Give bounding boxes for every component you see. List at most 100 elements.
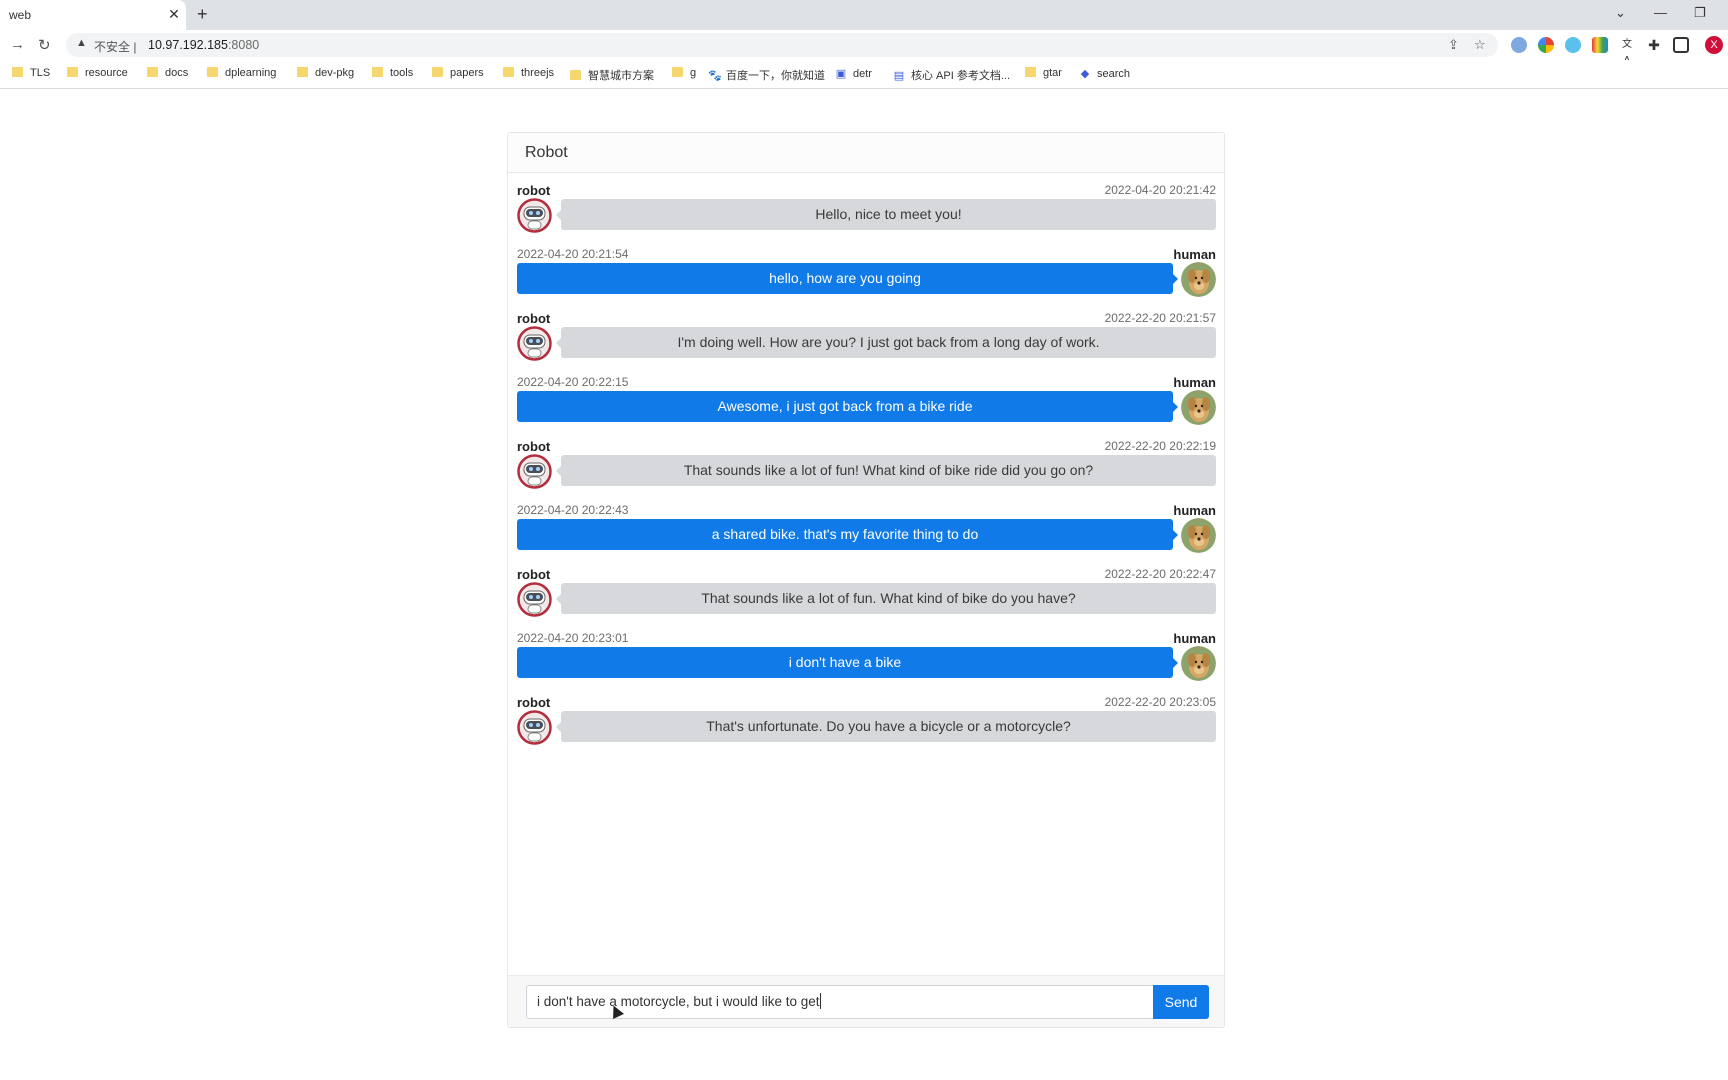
message-timestamp: 2022-04-20 20:21:54: [517, 247, 629, 261]
browser-toolbar: → ↻ ▲ 不安全 | 10.97.192.185:8080 ⇪ ☆ 文A ✚ …: [0, 30, 1728, 66]
dog-avatar-icon: [1181, 518, 1216, 553]
folder-icon: [372, 67, 383, 77]
bookmark-item[interactable]: docs: [147, 67, 188, 79]
chat-title: Robot: [525, 144, 568, 161]
bookmark-item[interactable]: gtar: [1025, 67, 1062, 79]
bookmark-label: TLS: [30, 67, 51, 79]
translate-icon[interactable]: 文A: [1619, 37, 1635, 66]
search-site-icon: ◆: [1080, 68, 1090, 80]
new-tab-icon[interactable]: +: [197, 4, 208, 25]
address-bar[interactable]: ▲ 不安全 | 10.97.192.185:8080 ⇪ ☆: [66, 33, 1498, 57]
warning-triangle-icon[interactable]: ▲: [76, 37, 87, 49]
insecure-label: 不安全 |: [94, 40, 137, 54]
profile-avatar[interactable]: X: [1705, 36, 1723, 54]
browser-tabstrip: web ✕ + ⌄ — ❐: [0, 0, 1728, 30]
message-bubble: i don't have a bike: [517, 647, 1178, 678]
bookmark-label: dev-pkg: [315, 67, 355, 79]
restore-icon[interactable]: ❐: [1694, 5, 1706, 21]
url-port: :8080: [227, 38, 260, 52]
message-bubble: Awesome, i just got back from a bike rid…: [517, 391, 1178, 422]
message-bubble: I'm doing well. How are you? I just got …: [556, 327, 1216, 358]
bookmark-star-icon[interactable]: ☆: [1474, 37, 1486, 53]
bookmark-label: 智慧城市方案: [588, 70, 654, 82]
sender-name: robot: [517, 183, 551, 198]
minimize-icon[interactable]: —: [1654, 5, 1667, 20]
bookmark-item[interactable]: dev-pkg: [297, 67, 354, 79]
baidu-icon: 🐾: [708, 70, 722, 82]
robot-message: robot 2022-22-20 20:22:19 That sounds like…: [517, 439, 1216, 501]
sender-name: robot: [517, 311, 551, 326]
bookmark-label: g: [690, 67, 697, 79]
bookmark-item[interactable]: 🐾 百度一下，你就知道: [708, 67, 825, 83]
bookmark-item[interactable]: ◆ search: [1079, 67, 1130, 80]
human-message: human 2022-04-20 20:21:54 hello, how are y…: [517, 247, 1216, 309]
bookmark-item[interactable]: tools: [372, 67, 413, 79]
message-timestamp: 2022-22-20 20:22:47: [1104, 567, 1216, 581]
robot-avatar-icon: [517, 198, 552, 233]
message-bubble: hello, how are you going: [517, 263, 1178, 294]
bookmark-label: search: [1097, 68, 1131, 80]
chat-input-bar: i don't have a motorcycle, but i would l…: [508, 975, 1224, 1027]
bookmark-item[interactable]: TLS: [12, 67, 50, 79]
close-icon[interactable]: ✕: [166, 6, 182, 22]
sender-name: human: [1173, 503, 1216, 518]
human-message: human 2022-04-20 20:22:15 Awesome, i just …: [517, 375, 1216, 437]
bookmark-item[interactable]: ▣ detr: [835, 67, 872, 80]
bookmark-item[interactable]: ▤ 核心 API 参考文档...: [893, 67, 1010, 83]
bookmark-label: threejs: [521, 67, 555, 79]
folder-icon: [147, 67, 158, 77]
bookmark-item[interactable]: papers: [432, 67, 484, 79]
dog-avatar-icon: [1181, 646, 1216, 681]
bookmark-label: resource: [85, 67, 128, 79]
chat-panel: Robot robot 2022-04-20 20:21:42 Hello, nic…: [507, 132, 1225, 1028]
human-message: human 2022-04-20 20:23:01 i don't have a b…: [517, 631, 1216, 693]
message-timestamp: 2022-04-20 20:23:01: [517, 631, 629, 645]
bookmarks-bar: TLS resource docs dplearning dev-pkg tools pap…: [0, 60, 1728, 89]
sender-name: human: [1173, 247, 1216, 262]
folder-icon: [672, 67, 683, 77]
bookmark-item[interactable]: resource: [67, 67, 128, 79]
bookmark-item[interactable]: threejs: [503, 67, 554, 79]
robot-site-icon: ▣: [835, 68, 847, 80]
dog-avatar-icon: [1181, 390, 1216, 425]
message-bubble: a shared bike. that's my favorite thing …: [517, 519, 1178, 550]
sender-name: robot: [517, 567, 551, 582]
sender-name: robot: [517, 439, 551, 454]
bookmark-item[interactable]: 智慧城市方案: [570, 67, 654, 83]
robot-avatar-icon: [517, 710, 552, 745]
doc-page-icon: ▤: [893, 70, 905, 82]
folder-icon: [1025, 67, 1036, 77]
bookmark-label: 百度一下，你就知道: [726, 70, 825, 82]
color-extension-icon[interactable]: [1592, 37, 1608, 53]
extension-icon[interactable]: [1511, 37, 1527, 53]
url-text: 10.97.192.185:8080: [148, 38, 259, 52]
folder-icon: [570, 70, 581, 80]
tab-search-chevron-icon[interactable]: ⌄: [1615, 5, 1626, 21]
chrome-extension-icon[interactable]: [1538, 37, 1554, 53]
folder-icon: [67, 67, 78, 77]
bookmark-label: detr: [853, 68, 872, 80]
send-button[interactable]: Send: [1153, 985, 1209, 1019]
bookmark-item[interactable]: g: [672, 67, 696, 79]
sender-name: robot: [517, 695, 551, 710]
message-timestamp: 2022-22-20 20:22:19: [1104, 439, 1216, 453]
message-bubble: That's unfortunate. Do you have a bicycl…: [556, 711, 1216, 742]
side-panel-icon[interactable]: [1673, 37, 1689, 53]
bookmark-label: 核心 API 参考文档...: [911, 70, 1011, 82]
extension-icon[interactable]: [1565, 37, 1581, 53]
message-input-value: i don't have a motorcycle, but i would l…: [537, 994, 820, 1009]
folder-icon: [12, 67, 23, 77]
share-icon[interactable]: ⇪: [1448, 37, 1459, 53]
forward-arrow-icon[interactable]: →: [10, 36, 25, 53]
sender-name: human: [1173, 631, 1216, 646]
bookmark-label: tools: [390, 67, 414, 79]
bookmark-label: docs: [165, 67, 189, 79]
dog-avatar-icon: [1181, 262, 1216, 297]
puzzle-icon[interactable]: ✚: [1646, 37, 1662, 53]
message-timestamp: 2022-22-20 20:21:57: [1104, 311, 1216, 325]
bookmark-item[interactable]: dplearning: [207, 67, 276, 79]
browser-tab[interactable]: web ✕: [0, 0, 186, 30]
chat-header: Robot: [508, 133, 1224, 173]
reload-icon[interactable]: ↻: [38, 36, 51, 54]
bookmark-label: papers: [450, 67, 484, 79]
